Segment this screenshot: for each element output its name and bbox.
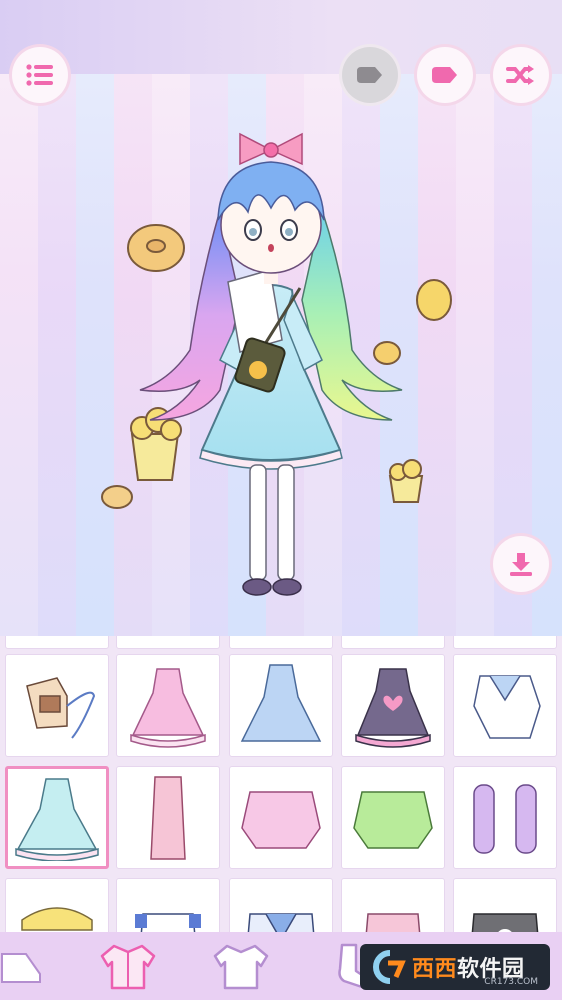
catalog-item-yellow-hat-top[interactable] [5,878,109,932]
catalog-item-mint-polka-dot-dress[interactable] [5,766,109,869]
watermark-url: CR173.COM [484,977,538,987]
shoe-icon [1,953,41,983]
catalog-item[interactable] [5,636,109,649]
catalog-item-blue-apron-top[interactable] [116,878,220,932]
rewind-icon [432,67,457,83]
tan-jacket-with-purse-thumb [26,676,96,739]
mint-polka-dot-dress-thumb [15,777,99,861]
blue-button-dress-thumb [240,663,322,742]
catalog-item-sailor-collar-top[interactable] [453,654,557,757]
catalog-item-pink-overall-top[interactable] [341,878,445,932]
yellow-hat-top-thumb [21,906,93,931]
catalog-item[interactable] [229,636,333,649]
top-band [0,0,562,74]
sailor-collar-top-thumb [473,674,541,739]
catalog-item-lavender-puffer-sleeves[interactable] [453,766,557,869]
undo-button[interactable] [417,47,473,103]
catalog-item-green-sweater[interactable] [341,766,445,869]
gray-graphic-sweater-thumb [471,912,539,932]
catalog-item-purple-heart-dress[interactable] [341,654,445,757]
list-icon [26,64,53,86]
catalog-item[interactable] [453,636,557,649]
cr-logo-icon [373,950,406,984]
dressup-character [139,132,403,596]
tab-dress[interactable] [206,938,276,994]
tab-tops[interactable] [93,938,163,994]
jacket-icon [100,944,156,990]
shuffle-icon [506,65,534,85]
menu-button[interactable] [12,47,68,103]
catalog-item-tan-jacket[interactable] [5,654,109,757]
eraser-button[interactable] [342,47,398,103]
shuffle-button[interactable] [493,47,549,103]
save-button[interactable] [493,536,549,592]
green-sweater-thumb [353,790,433,849]
eraser-icon [357,67,382,83]
clothing-catalog[interactable] [0,636,562,932]
catalog-item[interactable] [116,636,220,649]
pink-robe-coat-thumb [150,775,186,860]
blue-apron-top-thumb [135,912,201,932]
pink-drink-sweater-thumb [241,790,321,849]
catalog-item-pink-ruffle-dress[interactable] [116,654,220,757]
watermark-brand-prefix: 西西 [412,957,458,982]
sailor-moon-shirt-thumb [247,912,315,932]
catalog-item-sailor-moon-shirt[interactable] [229,878,333,932]
pink-ruffle-dress-thumb [130,667,206,748]
lavender-puffer-sleeves-thumb [473,783,537,854]
tab-shoes[interactable] [0,938,56,994]
site-watermark: 西西软件园 CR173.COM [360,944,550,990]
download-icon [510,553,532,576]
catalog-item[interactable] [341,636,445,649]
purple-heart-dress-thumb [355,667,431,748]
catalog-item-gray-graphic-sweater[interactable] [453,878,557,932]
dress-icon [213,944,269,990]
catalog-item-pink-drink-sweater[interactable] [229,766,333,869]
catalog-item-blue-button-dress[interactable] [229,654,333,757]
catalog-item-pink-robe-coat[interactable] [116,766,220,869]
pink-overall-top-thumb [365,912,421,932]
